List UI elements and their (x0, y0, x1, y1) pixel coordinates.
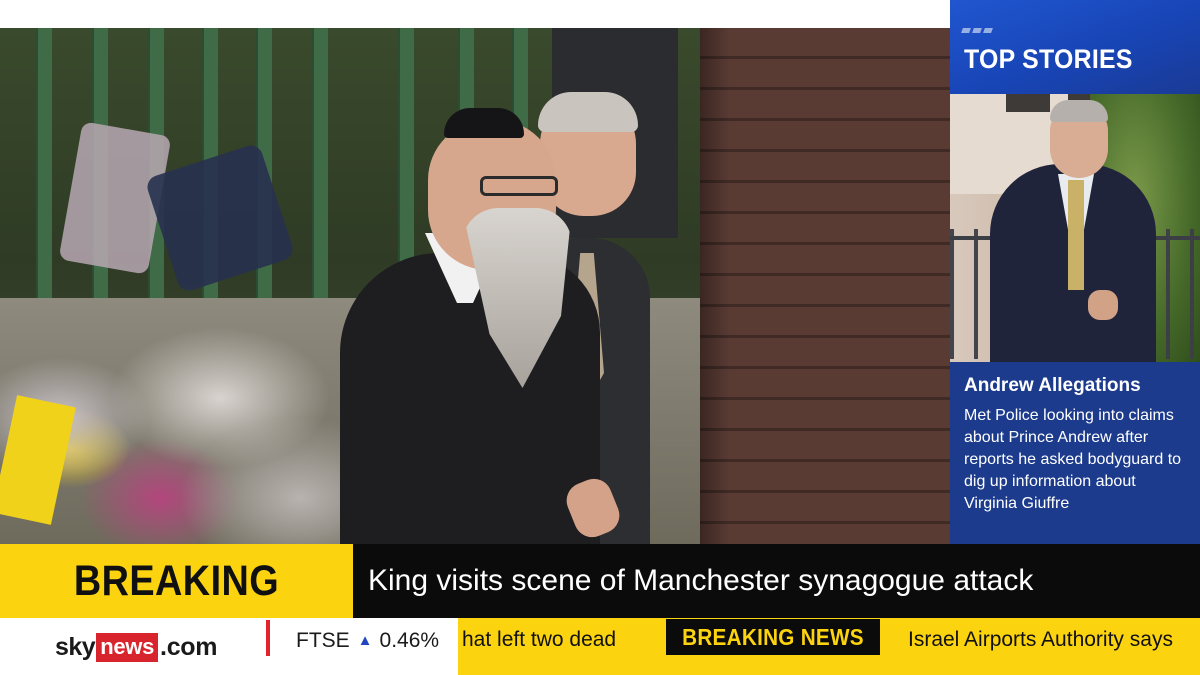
top-stories-header: TOP STORIES (950, 0, 1200, 94)
market-index-change: 0.46% (379, 629, 440, 652)
ticker-divider (266, 620, 270, 656)
sky-stripes-icon (961, 28, 993, 33)
logo-news: news (96, 632, 159, 662)
up-triangle-icon: ▲ (357, 632, 373, 649)
news-ticker: sky news .com FTSE ▲ 0.46% hat left two … (0, 618, 1200, 675)
ticker-brand-area: sky news .com FTSE ▲ 0.46% (0, 618, 458, 675)
fence-bar (36, 28, 52, 328)
story-image-person-tie (1068, 180, 1084, 290)
ticker-breaking-chip: BREAKING NEWS (666, 619, 880, 655)
person-king-hair (538, 92, 638, 132)
story-image (950, 94, 1200, 362)
top-stories-heading: TOP STORIES (964, 44, 1133, 74)
story-title: Andrew Allegations (964, 375, 1141, 396)
person-rabbi-kippah (444, 108, 524, 138)
ticker-scroll: hat left two dead BREAKING NEWS Israel A… (458, 618, 1200, 675)
story-image-person-hair (1050, 100, 1108, 122)
logo-sky: sky (55, 632, 96, 661)
logo-com: .com (160, 632, 218, 661)
breaking-news-label-box: BREAKING NEWS (0, 544, 353, 675)
ticker-breaking-label: BREAKING NEWS (682, 624, 864, 650)
ticker-item: Israel Airports Authority says (908, 628, 1173, 651)
sky-news-logo: sky news .com (55, 631, 218, 663)
story-card: Andrew Allegations Met Police looking in… (950, 362, 1200, 544)
top-stories-panel: TOP STORIES Andrew Allegations Met Polic… (950, 0, 1200, 544)
story-image-person-hand (1088, 290, 1118, 320)
story-summary: Met Police looking into claims about Pri… (964, 407, 1182, 512)
breaking-news-strap: BREAKING NEWS King visits scene of Manch… (0, 544, 1200, 675)
breaking-news-headline: King visits scene of Manchester synagogu… (368, 564, 1034, 597)
fence-bar (312, 28, 328, 328)
brick-wall (700, 28, 950, 544)
market-index: FTSE ▲ 0.46% (296, 626, 439, 656)
breaking-news-label: BREAKING NEWS (73, 557, 280, 675)
story-image-window (1006, 94, 1050, 112)
market-index-name: FTSE (296, 629, 350, 652)
ticker-item: hat left two dead (462, 628, 617, 651)
video-frame (0, 28, 950, 544)
person-rabbi-glasses (480, 176, 558, 196)
